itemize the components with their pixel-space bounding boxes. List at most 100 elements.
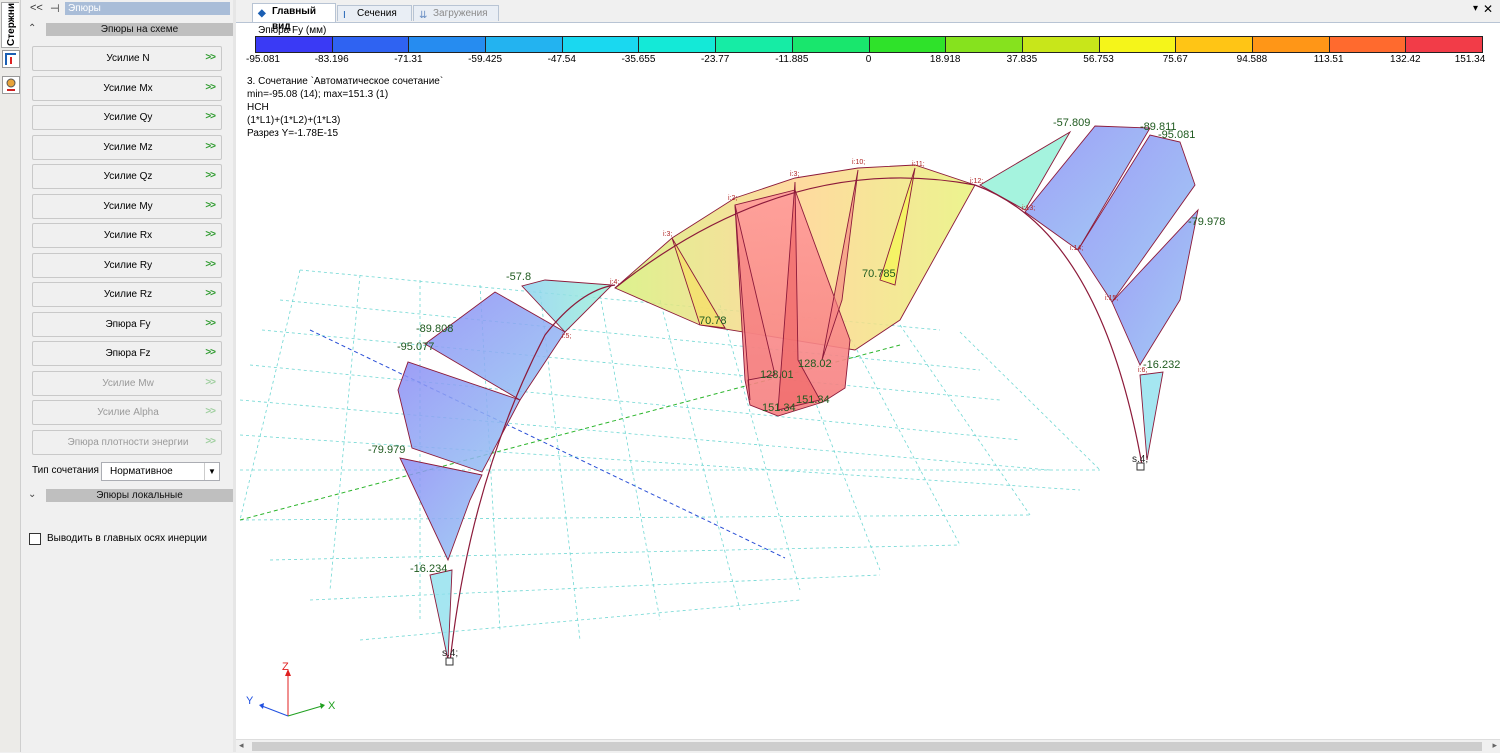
diagram-button[interactable]: Усилие Ry >> xyxy=(32,252,222,278)
loads-icon: ⇊ xyxy=(419,10,428,21)
scrollbar-thumb[interactable] xyxy=(252,742,1482,751)
color-scale-segment xyxy=(1021,36,1100,53)
tab-rods-label: Стержни xyxy=(5,3,17,46)
section-local-diagrams[interactable]: ⌄ Эпюры локальные xyxy=(25,489,233,503)
node-label: i:3; xyxy=(790,171,799,178)
combination-type-row: Тип сочетания Нормативное ▼ xyxy=(32,462,232,482)
double-chevron-right-icon: >> xyxy=(205,347,216,358)
diagram-button[interactable]: Усилие Rz >> xyxy=(32,282,222,307)
combination-type-value: Нормативное xyxy=(110,466,173,477)
node-label: i:10; xyxy=(852,159,865,166)
axis-y-label: Y xyxy=(246,695,254,707)
diagram-button[interactable]: Эпюра плотности энергии >> xyxy=(32,429,222,455)
view-tabs: ◆ Главный вид I Сечения ⇊ Загружения ▾ ✕ xyxy=(236,0,1500,32)
close-tab-icon[interactable]: ✕ xyxy=(1483,2,1493,16)
value-label: -95.081 xyxy=(1158,129,1195,141)
chevron-up-icon[interactable]: ⌃ xyxy=(28,23,36,34)
support-label: s.4; xyxy=(1132,454,1148,465)
color-scale-segment xyxy=(638,36,717,53)
color-scale-segment xyxy=(485,36,563,53)
double-chevron-right-icon: >> xyxy=(205,52,216,63)
node-label: i:4; xyxy=(610,279,619,286)
principal-axes-label[interactable]: Выводить в главных осях инерции xyxy=(47,533,207,544)
chevron-down-icon[interactable]: ⌄ xyxy=(28,489,36,500)
diagram-canvas[interactable]: i:3; i:2; i:3; i:10; i:11; i:12; i:4; i:… xyxy=(236,60,1500,738)
vertical-toolstrip: Стержни xyxy=(0,0,21,752)
rod-diagram-icon[interactable] xyxy=(2,50,20,68)
arch-diagram xyxy=(614,164,976,417)
pin-panel-button[interactable]: ⊣ xyxy=(50,2,60,15)
diagram-button[interactable]: Усилие Mx >> xyxy=(32,75,222,101)
scroll-left-icon[interactable]: ◂ xyxy=(239,740,244,751)
section-diagrams-on-scheme[interactable]: ⌃ Эпюры на схеме xyxy=(25,23,233,37)
combination-type-select[interactable]: Нормативное ▼ xyxy=(101,462,220,481)
value-label: -95.077 xyxy=(397,341,434,353)
color-scale-segment xyxy=(408,36,487,53)
diagram-button[interactable]: Усилие Mz >> xyxy=(32,134,222,160)
scroll-right-icon[interactable]: ▸ xyxy=(1492,740,1497,751)
collapse-panel-button[interactable]: << xyxy=(30,2,43,14)
diagram-button[interactable]: Усилие Rx >> xyxy=(32,223,222,248)
diagram-button[interactable]: Усилие Alpha >> xyxy=(32,400,222,425)
support-left-icon xyxy=(445,657,454,666)
color-scale-segment xyxy=(561,36,640,53)
diagram-button[interactable]: Эпюра Fz >> xyxy=(32,341,222,366)
diagram-button-label: Усилие Mw xyxy=(102,377,154,389)
value-label: -57.809 xyxy=(1053,117,1090,129)
tab-list-dropdown-icon[interactable]: ▾ xyxy=(1473,3,1478,14)
value-label: 70.78 xyxy=(699,315,727,327)
tab-label: Загружения xyxy=(433,8,488,19)
diagrams-panel: << ⊣ Эпюры ⌃ Эпюры на схеме Усилие N >> Ус… xyxy=(21,0,233,752)
diagram-button[interactable]: Эпюра Fy >> xyxy=(32,311,222,337)
tab-loads[interactable]: ⇊ Загружения xyxy=(413,5,499,21)
horizontal-scrollbar[interactable]: ◂ ▸ xyxy=(236,739,1500,753)
support-label: s.4; xyxy=(442,648,458,659)
double-chevron-right-icon: >> xyxy=(205,111,216,122)
double-chevron-right-icon: >> xyxy=(205,140,216,152)
value-label: 70.785 xyxy=(862,268,896,280)
diagram-button[interactable]: Усилие Qz >> xyxy=(32,164,222,189)
dropdown-arrow-icon[interactable]: ▼ xyxy=(204,463,219,480)
value-label: -57.8 xyxy=(506,271,531,283)
value-label: -16.234 xyxy=(410,563,447,575)
panel-header: << ⊣ Эпюры xyxy=(21,0,233,17)
diagram-button-label: Эпюра плотности энергии xyxy=(67,436,189,448)
tab-main-view[interactable]: ◆ Главный вид xyxy=(252,3,336,32)
color-scale-segment xyxy=(1405,36,1483,53)
color-scale xyxy=(255,36,1483,53)
tab-sections[interactable]: I Сечения xyxy=(337,5,412,21)
value-label: 128.02 xyxy=(798,358,832,370)
diagram-button-label: Усилие Mz xyxy=(103,141,153,153)
value-label: 151.34 xyxy=(762,402,796,414)
value-label: 151.34 xyxy=(796,394,830,406)
double-chevron-right-icon: >> xyxy=(205,81,216,93)
combination-type-label: Тип сочетания xyxy=(32,465,99,476)
right-leg-diagram xyxy=(974,125,1199,466)
diagram-button-label: Эпюра Fz xyxy=(105,348,151,359)
value-label: 128.01 xyxy=(760,369,794,381)
color-scale-segment xyxy=(255,36,333,53)
axis-z-label: Z xyxy=(282,661,289,673)
diagram-button-label: Усилие My xyxy=(103,200,153,212)
tab-rods[interactable]: Стержни xyxy=(1,2,19,48)
diagram-button-label: Усилие Alpha xyxy=(97,407,159,418)
diagram-button[interactable]: Усилие Qy >> xyxy=(32,105,222,130)
diagram-button[interactable]: Усилие N >> xyxy=(32,46,222,71)
double-chevron-right-icon: >> xyxy=(205,406,216,417)
value-label: -89.808 xyxy=(416,323,453,335)
node-label: i:11; xyxy=(912,161,925,168)
principal-axes-option: Выводить в главных осях инерции xyxy=(29,532,229,548)
double-chevron-right-icon: >> xyxy=(205,258,216,270)
settings-diagram-icon[interactable] xyxy=(2,76,20,94)
color-scale-segment xyxy=(791,36,870,53)
section-title: Эпюры на схеме xyxy=(46,23,233,36)
color-scale-segment xyxy=(868,36,947,53)
value-label: -79.979 xyxy=(368,444,405,456)
diagram-button-label: Усилие Mx xyxy=(103,82,153,94)
diagram-button-label: Усилие Ry xyxy=(103,259,153,271)
diagram-button[interactable]: Усилие My >> xyxy=(32,193,222,219)
double-chevron-right-icon: >> xyxy=(205,199,216,211)
principal-axes-checkbox[interactable] xyxy=(29,533,41,545)
diagram-button[interactable]: Усилие Mw >> xyxy=(32,370,222,396)
diagram-button-label: Усилие Qy xyxy=(103,112,153,123)
